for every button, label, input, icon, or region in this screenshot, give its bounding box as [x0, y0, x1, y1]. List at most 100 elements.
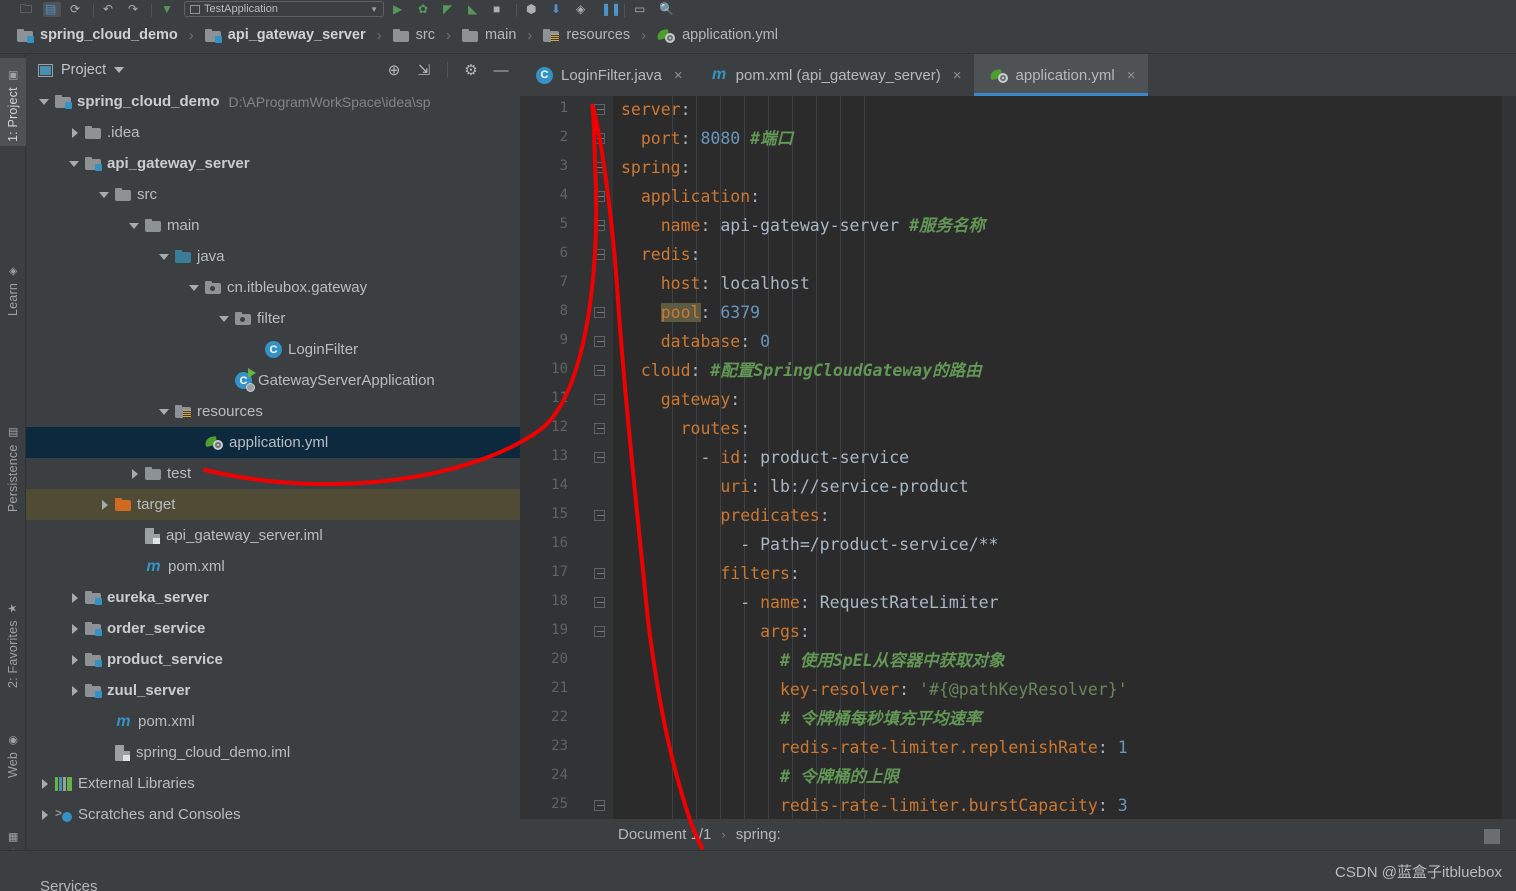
code-fold-marker[interactable] [594, 162, 605, 173]
chevron-right-icon[interactable] [68, 622, 82, 636]
code-line[interactable]: host: localhost [621, 274, 810, 294]
chevron-down-icon[interactable] [68, 157, 82, 171]
code-line[interactable]: - id: product-service [621, 448, 909, 468]
tree-node-eureka-server[interactable]: eureka_server [26, 582, 520, 613]
code-line[interactable]: filters: [621, 564, 800, 584]
profile-icon[interactable]: ◣ [466, 2, 484, 17]
breadcrumb-item-main[interactable]: main [459, 21, 519, 49]
code-line[interactable]: args: [621, 622, 810, 642]
pause-icon[interactable]: ❚❚ [599, 2, 621, 17]
code-line[interactable]: name: api-gateway-server #服务名称 [621, 216, 985, 236]
code-fold-marker[interactable] [594, 568, 605, 579]
debug-icon[interactable]: ✿ [416, 2, 434, 17]
run-icon[interactable]: ▶ [391, 2, 409, 17]
tree-node-resources[interactable]: resources [26, 396, 520, 427]
code-line[interactable]: gateway: [621, 390, 740, 410]
sync-icon[interactable]: ⟳ [68, 2, 86, 17]
breadcrumb-item-application-yml[interactable]: application.yml [654, 21, 781, 49]
chevron-right-icon[interactable] [68, 126, 82, 140]
tool-window-button-1-project[interactable]: 1: Project ▣ [0, 58, 26, 146]
code-line[interactable]: - name: RequestRateLimiter [621, 593, 998, 613]
code-fold-marker[interactable] [594, 394, 605, 405]
code-fold-marker[interactable] [594, 104, 605, 115]
chevron-down-icon[interactable] [38, 95, 52, 109]
collapse-all-icon[interactable]: ⇲ [413, 59, 435, 81]
code-line[interactable]: predicates: [621, 506, 829, 526]
close-icon[interactable]: × [953, 67, 962, 84]
hide-panel-icon[interactable]: ― [490, 59, 512, 81]
tree-node-main[interactable]: main [26, 210, 520, 241]
redo-icon[interactable]: ↷ [126, 2, 144, 17]
stop-icon[interactable]: ■ [491, 2, 509, 17]
code-fold-marker[interactable] [594, 220, 605, 231]
tree-node-order-service[interactable]: order_service [26, 613, 520, 644]
terminal-icon[interactable]: ▭ [632, 2, 650, 17]
code-fold-marker[interactable] [594, 133, 605, 144]
tree-node-zuul-server[interactable]: zuul_server [26, 675, 520, 706]
tree-node-test[interactable]: test [26, 458, 520, 489]
tree-node-cn-itbleubox-gateway[interactable]: cn.itbleubox.gateway [26, 272, 520, 303]
chevron-right-icon[interactable] [128, 467, 142, 481]
tree-node--idea[interactable]: .idea [26, 117, 520, 148]
chevron-down-icon[interactable] [218, 312, 232, 326]
code-line[interactable]: cloud: #配置SpringCloudGateway的路由 [621, 361, 982, 381]
code-line[interactable]: uri: lb://service-product [621, 477, 968, 497]
code-fold-marker[interactable] [594, 510, 605, 521]
code-fold-marker[interactable] [594, 452, 605, 463]
code-line[interactable]: # 使用SpEL从容器中获取对象 [621, 651, 1005, 671]
build-icon[interactable]: ⬢ [524, 2, 542, 17]
chevron-right-icon[interactable] [38, 808, 52, 822]
run-coverage-icon[interactable]: ◤ [441, 2, 459, 17]
editor-tab-application-yml[interactable]: application.yml × [973, 54, 1148, 96]
attach-icon[interactable]: ◈ [574, 2, 592, 17]
code-line[interactable]: application: [621, 187, 760, 207]
code-line[interactable]: key-resolver: '#{@pathKeyResolver}' [621, 680, 1128, 700]
code-area[interactable]: 1 2 3 4 5 6 7 8 9 10 11 12 13 14 15 16 17 18 19 20 21 22 23 24 2… [520, 96, 1516, 891]
chevron-down-icon[interactable] [128, 219, 142, 233]
breadcrumb-item-api-gateway-server[interactable]: api_gateway_server [202, 21, 369, 49]
tool-window-button-learn[interactable]: Learn ◈ [0, 254, 26, 320]
tree-node-external-libraries[interactable]: External Libraries [26, 768, 520, 799]
editor-tab-loginfilter-java[interactable]: C LoginFilter.java × [520, 54, 695, 96]
tree-node-application-yml[interactable]: application.yml [26, 427, 520, 458]
locate-icon[interactable]: ⊕ [383, 59, 405, 81]
settings-gear-icon[interactable]: ⚙ [460, 59, 482, 81]
search-icon[interactable]: 🔍 [657, 2, 675, 17]
chevron-down-icon[interactable] [158, 250, 172, 264]
code-line[interactable]: # 令牌桶的上限 [621, 767, 899, 787]
editor-scroll-thumb[interactable] [1484, 829, 1500, 844]
code-fold-marker[interactable] [594, 626, 605, 637]
chevron-right-icon[interactable] [68, 591, 82, 605]
chevron-down-icon[interactable] [98, 188, 112, 202]
code-line[interactable]: spring: [621, 158, 691, 178]
run-configuration-selector[interactable]: TestApplication ▼ [184, 1, 384, 17]
code-fold-marker[interactable] [594, 597, 605, 608]
update-icon[interactable]: ⬇ [549, 2, 567, 17]
editor-tab-pom-xml-api-gateway-server-[interactable]: m pom.xml (api_gateway_server) × [695, 54, 974, 96]
undo-icon[interactable]: ↶ [101, 2, 119, 17]
code-fold-marker[interactable] [594, 191, 605, 202]
tool-window-button-2-favorites[interactable]: 2: Favorites ★ [0, 584, 26, 692]
chevron-right-icon[interactable] [68, 684, 82, 698]
tree-node-gatewayserverapplication[interactable]: C GatewayServerApplication [26, 365, 520, 396]
tree-node-src[interactable]: src [26, 179, 520, 210]
code-line[interactable]: redis-rate-limiter.burstCapacity: 3 [621, 796, 1128, 816]
editor-gutter[interactable]: 1 2 3 4 5 6 7 8 9 10 11 12 13 14 15 16 17 18 19 20 21 22 23 24 2… [520, 96, 613, 891]
code-line[interactable]: server: [621, 100, 691, 120]
tree-node-product-service[interactable]: product_service [26, 644, 520, 675]
save-icon[interactable]: ▤ [43, 2, 61, 17]
chevron-right-icon[interactable] [38, 777, 52, 791]
chevron-right-icon[interactable] [68, 653, 82, 667]
tool-window-button-persistence[interactable]: Persistence ▥ [0, 404, 26, 516]
tree-node-java[interactable]: java [26, 241, 520, 272]
chevron-right-icon[interactable] [98, 498, 112, 512]
tree-node-scratches-and-consoles[interactable]: Scratches and Consoles [26, 799, 520, 830]
code-fold-marker[interactable] [594, 800, 605, 811]
tree-node-target[interactable]: target [26, 489, 520, 520]
run-dropdown-icon[interactable]: ▼ [159, 2, 177, 17]
code-fold-marker[interactable] [594, 336, 605, 347]
code-fold-marker[interactable] [594, 249, 605, 260]
tree-node-loginfilter[interactable]: C LoginFilter [26, 334, 520, 365]
close-icon[interactable]: × [1127, 67, 1136, 84]
project-tree[interactable]: spring_cloud_demo D:\AProgramWorkSpace\id… [26, 86, 520, 871]
